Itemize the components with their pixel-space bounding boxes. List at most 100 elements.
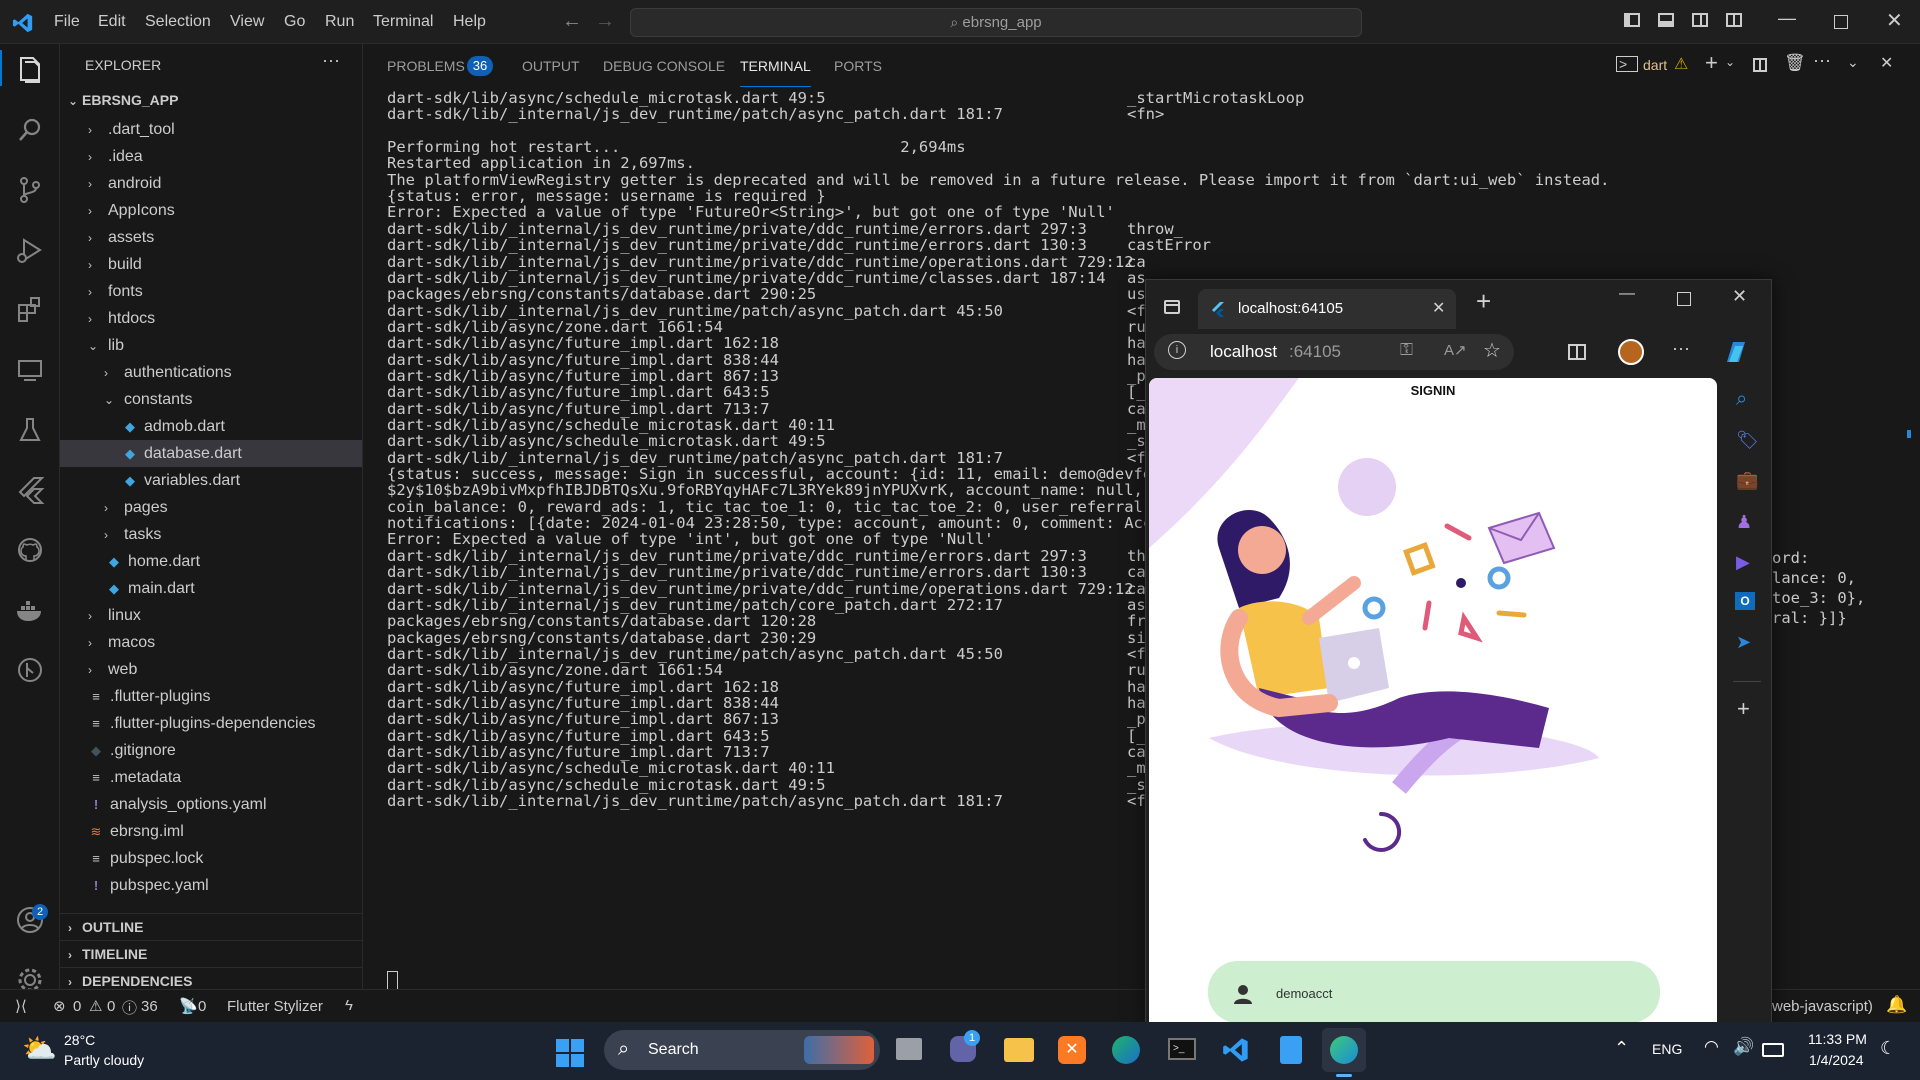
new-tab-icon[interactable]: + — [1476, 286, 1491, 317]
close-window-icon[interactable]: ✕ — [1732, 286, 1747, 307]
minimize-window-icon[interactable]: — — [1778, 8, 1796, 29]
chevron-up-icon[interactable]: ⌃ — [1614, 1038, 1629, 1059]
battery-icon[interactable] — [1762, 1043, 1784, 1057]
layout-panel-icon[interactable] — [1658, 13, 1674, 27]
weather-cloud-icon[interactable]: ⛅ — [22, 1032, 57, 1065]
ports-icon[interactable]: 📡 — [179, 997, 198, 1015]
run-debug-icon[interactable] — [12, 232, 48, 268]
weather-condition[interactable]: Partly cloudy — [64, 1052, 144, 1068]
tree-item-idea[interactable]: › .idea — [60, 143, 362, 170]
extension-status[interactable]: Flutter Stylizer — [227, 998, 323, 1015]
tree-item-pubspec-lock[interactable]: ≡ pubspec.lock — [60, 845, 362, 872]
project-root-folder[interactable]: ⌄ EBRSNG_APP — [60, 87, 362, 114]
more-actions-icon[interactable]: ··· — [1813, 50, 1831, 71]
tree-item-home-dart[interactable]: ◆ home.dart — [60, 548, 362, 575]
tree-item-web[interactable]: › web — [60, 656, 362, 683]
tree-item-appicons[interactable]: › AppIcons — [60, 197, 362, 224]
site-info-icon[interactable]: i — [1168, 341, 1186, 359]
browser-tab[interactable]: localhost:64105 ✕ — [1198, 289, 1456, 329]
tab-terminal[interactable]: TERMINAL — [740, 44, 811, 87]
volume-icon[interactable]: 🔊 — [1733, 1037, 1754, 1057]
close-panel-icon[interactable]: ✕ — [1880, 53, 1893, 73]
tree-item-database-dart[interactable]: ◆ database.dart — [60, 440, 362, 467]
tree-item-authentications[interactable]: › authentications — [60, 359, 362, 386]
menu-run[interactable]: Run — [325, 0, 354, 43]
profile-avatar[interactable] — [1618, 339, 1644, 365]
tree-item-variables-dart[interactable]: ◆ variables.dart — [60, 467, 362, 494]
back-arrow-icon[interactable]: ← — [562, 10, 582, 33]
tree-item-fonts[interactable]: › fonts — [60, 278, 362, 305]
menu-edit[interactable]: Edit — [98, 0, 126, 43]
menu-terminal[interactable]: Terminal — [373, 0, 433, 43]
wifi-icon[interactable]: ◠ — [1704, 1037, 1719, 1057]
games-icon[interactable]: ♟ — [1736, 512, 1752, 533]
edge-dev-icon[interactable] — [1112, 1036, 1140, 1064]
tree-item-tasks[interactable]: › tasks — [60, 521, 362, 548]
tree-item-metadata[interactable]: ≡ .metadata — [60, 764, 362, 791]
tools-briefcase-icon[interactable]: 💼 — [1736, 470, 1758, 491]
explorer-files-icon[interactable] — [12, 52, 48, 88]
tree-item-ebrsng-iml[interactable]: ≋ ebrsng.iml — [60, 818, 362, 845]
trash-icon[interactable]: 🗑 — [1784, 53, 1806, 73]
language-indicator[interactable]: ENG — [1652, 1041, 1682, 1057]
terminal-name[interactable]: dart — [1643, 57, 1667, 73]
git-graph-icon[interactable] — [12, 652, 48, 688]
extensions-icon[interactable] — [12, 292, 48, 328]
settings-more-icon[interactable]: ··· — [1672, 338, 1690, 359]
copilot-icon[interactable] — [1721, 338, 1751, 366]
github-icon[interactable] — [12, 532, 48, 568]
customize-layout-icon[interactable] — [1726, 13, 1742, 27]
remote-explorer-icon[interactable] — [12, 352, 48, 388]
search-icon[interactable]: ⌕ — [1736, 388, 1747, 411]
chevron-down-icon[interactable]: ⌄ — [1725, 55, 1735, 69]
language-mode[interactable]: web-javascript) — [1772, 998, 1873, 1015]
tree-item-pages[interactable]: › pages — [60, 494, 362, 521]
xampp-icon[interactable]: ✕ — [1058, 1036, 1086, 1064]
terminal-app-icon[interactable]: >_ — [1168, 1038, 1196, 1060]
lightning-icon[interactable]: ϟ — [345, 997, 353, 1014]
tree-item-gitignore[interactable]: ◆ .gitignore — [60, 737, 362, 764]
notepad-icon[interactable] — [1280, 1036, 1302, 1064]
vscode-taskbar-icon[interactable] — [1222, 1036, 1250, 1064]
clock-date[interactable]: 1/4/2024 — [1809, 1052, 1864, 1068]
tab-problems[interactable]: PROBLEMS — [387, 44, 465, 88]
tree-item-android[interactable]: › android — [60, 170, 362, 197]
tree-item-main-dart[interactable]: ◆ main.dart — [60, 575, 362, 602]
outline-section[interactable]: › OUTLINE — [60, 913, 362, 941]
edge-taskbar-icon[interactable] — [1322, 1028, 1366, 1072]
maximize-panel-icon[interactable]: ⌄ — [1847, 54, 1859, 71]
menu-help[interactable]: Help — [453, 0, 486, 43]
tree-item-analysis-options[interactable]: ! analysis_options.yaml — [60, 791, 362, 818]
maximize-window-icon[interactable] — [1834, 15, 1848, 29]
search-icon[interactable] — [12, 112, 48, 148]
minimize-window-icon[interactable]: — — [1619, 285, 1635, 303]
error-icon[interactable]: ⊗ — [53, 997, 66, 1015]
tree-item-htdocs[interactable]: › htdocs — [60, 305, 362, 332]
command-center-search[interactable]: ⌕ ebrsng_app — [630, 8, 1362, 37]
telegram-send-icon[interactable]: ➤ — [1736, 632, 1751, 653]
tab-actions-icon[interactable] — [1164, 300, 1180, 314]
address-bar[interactable]: i localhost :64105 ⚿ A↗ ☆ — [1154, 334, 1514, 370]
file-explorer-icon[interactable] — [1004, 1038, 1034, 1062]
split-screen-icon[interactable] — [1568, 344, 1586, 360]
add-sidebar-item-icon[interactable]: + — [1737, 696, 1750, 722]
menu-selection[interactable]: Selection — [145, 0, 211, 43]
tree-item-admob-dart[interactable]: ◆ admob.dart — [60, 413, 362, 440]
timeline-section[interactable]: › TIMELINE — [60, 940, 362, 968]
forward-arrow-icon[interactable]: → — [595, 10, 615, 33]
menu-go[interactable]: Go — [284, 0, 305, 43]
tree-item-linux[interactable]: › linux — [60, 602, 362, 629]
close-tab-icon[interactable]: ✕ — [1432, 298, 1445, 318]
menu-view[interactable]: View — [230, 0, 264, 43]
shopping-tag-icon[interactable]: 🏷 — [1736, 430, 1759, 451]
more-actions-icon[interactable]: ··· — [322, 50, 340, 71]
tree-item-macos[interactable]: › macos — [60, 629, 362, 656]
tree-item-flutter-plugins[interactable]: ≡ .flutter-plugins — [60, 683, 362, 710]
copilot-sidebar-icon[interactable]: ▶ — [1736, 552, 1750, 573]
testing-flask-icon[interactable] — [12, 412, 48, 448]
do-not-disturb-icon[interactable]: ☾ — [1880, 1038, 1896, 1059]
outlook-icon[interactable]: O — [1735, 592, 1755, 610]
tree-item-assets[interactable]: › assets — [60, 224, 362, 251]
read-aloud-icon[interactable]: A↗ — [1444, 341, 1467, 359]
taskbar-search[interactable]: ⌕ Search — [604, 1030, 880, 1070]
